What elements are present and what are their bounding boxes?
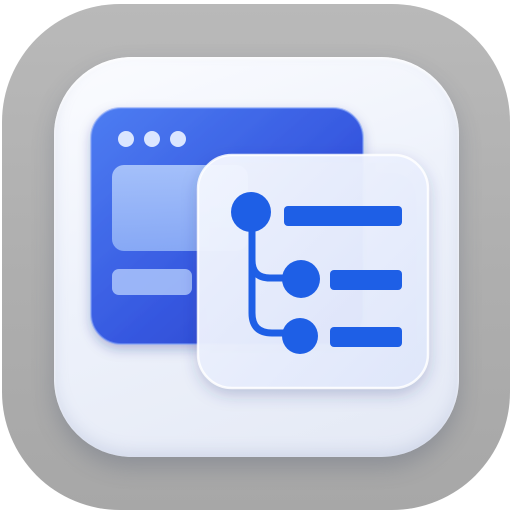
tree-structure-icon <box>231 192 402 354</box>
icon-artwork <box>90 107 430 390</box>
tree-row-line <box>284 206 402 226</box>
window-dot-icon <box>118 131 134 147</box>
window-dot-icon <box>144 131 160 147</box>
tree-row-line <box>330 270 402 290</box>
tree-node-icon <box>282 260 320 298</box>
tree-node-icon <box>231 192 271 232</box>
window-footer-bar <box>112 269 192 295</box>
app-icon <box>0 0 512 512</box>
window-dot-icon <box>170 131 186 147</box>
tree-node-icon <box>282 318 318 354</box>
tree-row-line <box>330 327 402 347</box>
